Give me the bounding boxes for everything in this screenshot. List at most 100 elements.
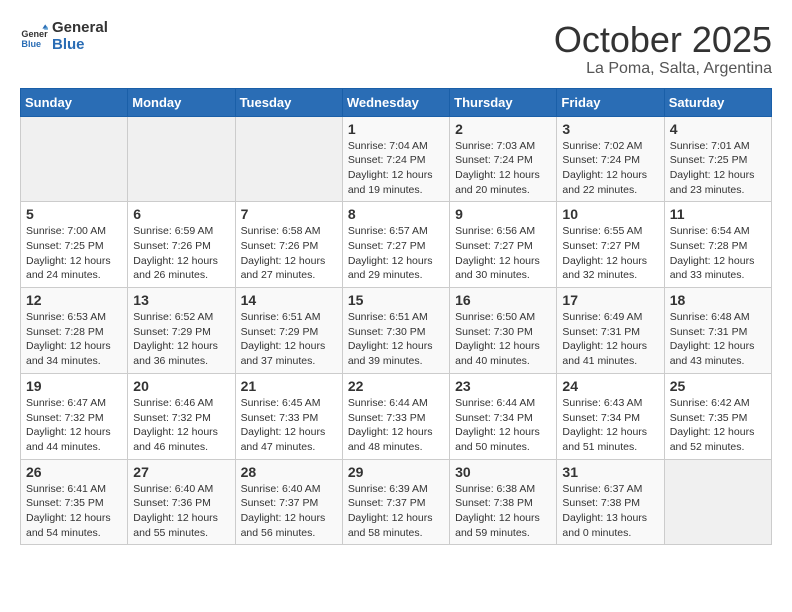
day-info: Sunrise: 6:59 AM Sunset: 7:26 PM Dayligh… [133,224,229,283]
day-number: 18 [670,292,766,308]
calendar-cell: 11 Sunrise: 6:54 AM Sunset: 7:28 PM Dayli… [664,202,771,288]
calendar-cell [664,459,771,545]
calendar-cell: 22 Sunrise: 6:44 AM Sunset: 7:33 PM Dayli… [342,373,449,459]
calendar-cell: 24Sunrise: 6:43 AM Sunset: 7:34 PM Dayli… [557,373,664,459]
calendar-cell: 30 Sunrise: 6:38 AM Sunset: 7:38 PM Dayli… [450,459,557,545]
calendar-cell: 14Sunrise: 6:51 AM Sunset: 7:29 PM Dayli… [235,288,342,374]
day-number: 20 [133,378,229,394]
day-number: 27 [133,464,229,480]
weekday-header-thursday: Thursday [450,88,557,116]
day-info: Sunrise: 6:40 AM Sunset: 7:36 PM Dayligh… [133,482,229,541]
calendar-cell: 29 Sunrise: 6:39 AM Sunset: 7:37 PM Dayli… [342,459,449,545]
day-info: Sunrise: 6:54 AM Sunset: 7:28 PM Dayligh… [670,224,766,283]
calendar-cell: 16Sunrise: 6:50 AM Sunset: 7:30 PM Dayli… [450,288,557,374]
calendar-cell: 1 Sunrise: 7:04 AM Sunset: 7:24 PM Daylig… [342,116,449,202]
calendar-cell: 21 Sunrise: 6:45 AM Sunset: 7:33 PM Dayli… [235,373,342,459]
calendar-cell: 28Sunrise: 6:40 AM Sunset: 7:37 PM Dayli… [235,459,342,545]
svg-text:General: General [21,29,48,39]
calendar-cell: 18 Sunrise: 6:48 AM Sunset: 7:31 PM Dayli… [664,288,771,374]
day-number: 21 [241,378,337,394]
day-info: Sunrise: 6:44 AM Sunset: 7:34 PM Dayligh… [455,396,551,455]
weekday-header-sunday: Sunday [21,88,128,116]
day-number: 12 [26,292,122,308]
svg-text:Blue: Blue [21,38,41,48]
calendar-cell: 5Sunrise: 7:00 AM Sunset: 7:25 PM Daylig… [21,202,128,288]
calendar-cell: 31Sunrise: 6:37 AM Sunset: 7:38 PM Dayli… [557,459,664,545]
day-number: 25 [670,378,766,394]
calendar-cell: 27 Sunrise: 6:40 AM Sunset: 7:36 PM Dayli… [128,459,235,545]
page-header: General Blue General Blue October 2025 L… [20,20,772,78]
logo-icon: General Blue [20,23,48,51]
logo: General Blue General Blue [20,20,108,53]
day-number: 29 [348,464,444,480]
calendar-table: SundayMondayTuesdayWednesdayThursdayFrid… [20,88,772,546]
calendar-week-row: 26Sunrise: 6:41 AM Sunset: 7:35 PM Dayli… [21,459,772,545]
calendar-cell: 10 Sunrise: 6:55 AM Sunset: 7:27 PM Dayli… [557,202,664,288]
day-info: Sunrise: 6:57 AM Sunset: 7:27 PM Dayligh… [348,224,444,283]
day-info: Sunrise: 7:04 AM Sunset: 7:24 PM Dayligh… [348,139,444,198]
day-number: 30 [455,464,551,480]
calendar-cell: 20 Sunrise: 6:46 AM Sunset: 7:32 PM Dayli… [128,373,235,459]
day-info: Sunrise: 7:03 AM Sunset: 7:24 PM Dayligh… [455,139,551,198]
month-title: October 2025 [554,20,772,60]
day-number: 4 [670,121,766,137]
calendar-cell: 2 Sunrise: 7:03 AM Sunset: 7:24 PM Daylig… [450,116,557,202]
day-info: Sunrise: 6:39 AM Sunset: 7:37 PM Dayligh… [348,482,444,541]
day-number: 19 [26,378,122,394]
day-number: 15 [348,292,444,308]
day-number: 22 [348,378,444,394]
calendar-cell: 7 Sunrise: 6:58 AM Sunset: 7:26 PM Daylig… [235,202,342,288]
day-number: 2 [455,121,551,137]
calendar-week-row: 12 Sunrise: 6:53 AM Sunset: 7:28 PM Dayli… [21,288,772,374]
calendar-cell: 19 Sunrise: 6:47 AM Sunset: 7:32 PM Dayli… [21,373,128,459]
day-info: Sunrise: 6:38 AM Sunset: 7:38 PM Dayligh… [455,482,551,541]
day-number: 8 [348,206,444,222]
calendar-week-row: 5Sunrise: 7:00 AM Sunset: 7:25 PM Daylig… [21,202,772,288]
day-info: Sunrise: 6:53 AM Sunset: 7:28 PM Dayligh… [26,310,122,369]
day-info: Sunrise: 6:58 AM Sunset: 7:26 PM Dayligh… [241,224,337,283]
day-info: Sunrise: 6:52 AM Sunset: 7:29 PM Dayligh… [133,310,229,369]
day-info: Sunrise: 6:44 AM Sunset: 7:33 PM Dayligh… [348,396,444,455]
day-info: Sunrise: 7:00 AM Sunset: 7:25 PM Dayligh… [26,224,122,283]
calendar-cell [235,116,342,202]
day-number: 23 [455,378,551,394]
day-info: Sunrise: 6:49 AM Sunset: 7:31 PM Dayligh… [562,310,658,369]
day-info: Sunrise: 6:45 AM Sunset: 7:33 PM Dayligh… [241,396,337,455]
title-area: October 2025 La Poma, Salta, Argentina [554,20,772,78]
calendar-cell: 26Sunrise: 6:41 AM Sunset: 7:35 PM Dayli… [21,459,128,545]
calendar-cell: 8 Sunrise: 6:57 AM Sunset: 7:27 PM Daylig… [342,202,449,288]
calendar-cell: 23 Sunrise: 6:44 AM Sunset: 7:34 PM Dayli… [450,373,557,459]
calendar-cell [21,116,128,202]
day-number: 3 [562,121,658,137]
day-number: 28 [241,464,337,480]
day-info: Sunrise: 6:41 AM Sunset: 7:35 PM Dayligh… [26,482,122,541]
calendar-week-row: 1 Sunrise: 7:04 AM Sunset: 7:24 PM Daylig… [21,116,772,202]
day-number: 7 [241,206,337,222]
calendar-cell: 25 Sunrise: 6:42 AM Sunset: 7:35 PM Dayli… [664,373,771,459]
day-number: 9 [455,206,551,222]
day-info: Sunrise: 6:51 AM Sunset: 7:30 PM Dayligh… [348,310,444,369]
day-number: 11 [670,206,766,222]
day-number: 13 [133,292,229,308]
day-number: 1 [348,121,444,137]
calendar-cell: 9Sunrise: 6:56 AM Sunset: 7:27 PM Daylig… [450,202,557,288]
day-info: Sunrise: 6:55 AM Sunset: 7:27 PM Dayligh… [562,224,658,283]
day-number: 6 [133,206,229,222]
calendar-cell: 13 Sunrise: 6:52 AM Sunset: 7:29 PM Dayli… [128,288,235,374]
day-number: 10 [562,206,658,222]
day-info: Sunrise: 6:50 AM Sunset: 7:30 PM Dayligh… [455,310,551,369]
day-number: 31 [562,464,658,480]
calendar-cell: 6 Sunrise: 6:59 AM Sunset: 7:26 PM Daylig… [128,202,235,288]
day-info: Sunrise: 6:46 AM Sunset: 7:32 PM Dayligh… [133,396,229,455]
logo-line1: General [52,20,108,37]
weekday-header-monday: Monday [128,88,235,116]
calendar-cell: 12 Sunrise: 6:53 AM Sunset: 7:28 PM Dayli… [21,288,128,374]
day-info: Sunrise: 6:47 AM Sunset: 7:32 PM Dayligh… [26,396,122,455]
calendar-cell: 15 Sunrise: 6:51 AM Sunset: 7:30 PM Dayli… [342,288,449,374]
logo-line2: Blue [52,37,108,54]
weekday-header-wednesday: Wednesday [342,88,449,116]
day-number: 24 [562,378,658,394]
day-info: Sunrise: 6:48 AM Sunset: 7:31 PM Dayligh… [670,310,766,369]
calendar-cell [128,116,235,202]
day-info: Sunrise: 6:42 AM Sunset: 7:35 PM Dayligh… [670,396,766,455]
